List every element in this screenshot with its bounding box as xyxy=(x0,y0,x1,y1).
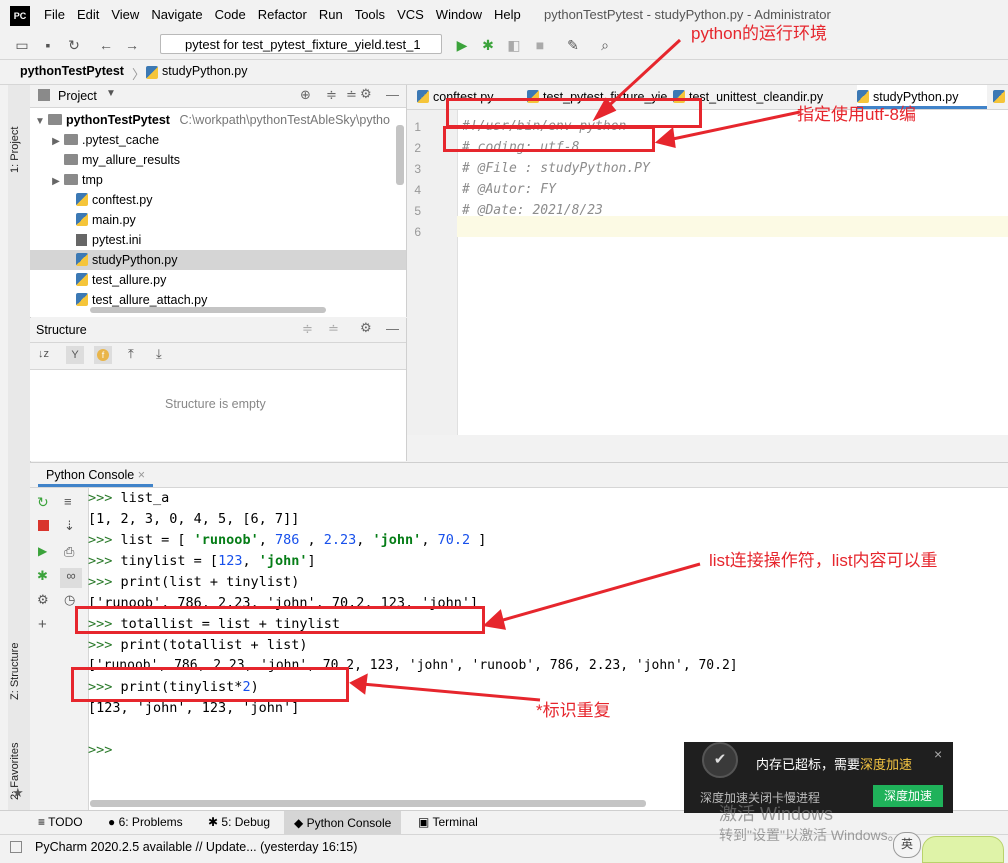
annotation-arrows xyxy=(349,38,801,702)
annotation-utf8: 指定使用utf-8编 xyxy=(797,105,917,124)
toast-message: 内存已超标，需要深度加速 xyxy=(756,757,913,772)
arrowhead-repeat xyxy=(349,673,368,695)
shield-icon: ✔ xyxy=(702,742,738,778)
assistant-widget-icon[interactable] xyxy=(922,836,1004,863)
arrowhead-utf8 xyxy=(654,127,676,148)
annotation-repeat: *标识重复 xyxy=(536,701,611,720)
arrowhead-concat xyxy=(482,609,507,630)
ime-icon[interactable]: 英 xyxy=(893,832,921,858)
activate-windows-watermark: 激活 Windows xyxy=(719,804,834,824)
activate-windows-watermark-sub: 转到"设置"以激活 Windows。 xyxy=(719,827,902,843)
close-icon[interactable]: × xyxy=(934,746,942,762)
annotation-concat: list连接操作符，list内容可以重 xyxy=(709,551,938,570)
arrow-repeat xyxy=(361,682,541,702)
annotation-env: python的运行环境 xyxy=(691,24,828,43)
accelerate-button[interactable]: 深度加速 xyxy=(873,785,943,807)
arrow-utf8 xyxy=(667,110,801,142)
arrow-env xyxy=(600,38,682,114)
arrow-concat xyxy=(495,562,701,624)
